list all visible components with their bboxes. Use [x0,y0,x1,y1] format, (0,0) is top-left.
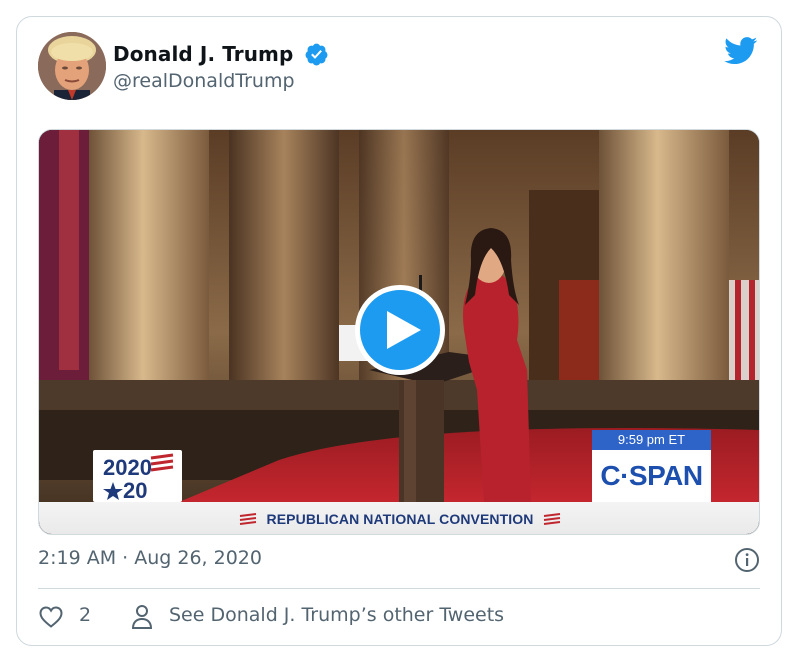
cspan-logo: C·SPAN [592,450,711,502]
tweet-card: Donald J. Trump @realDonaldTrump 2020 20… [16,16,782,646]
author-avatar[interactable] [38,32,106,100]
author-handle[interactable]: @realDonaldTrump [113,70,295,92]
play-icon [386,311,421,349]
like-count: 2 [79,604,92,626]
info-icon[interactable] [734,547,760,573]
divider [38,588,760,589]
rnc-2020-logo: 2020 20 [93,450,182,503]
convention-banner-text: REPUBLICAN NATIONAL CONVENTION [266,511,534,527]
see-other-tweets-link[interactable]: See Donald J. Trump’s other Tweets [169,604,504,626]
author-display-name[interactable]: Donald J. Trump [113,42,293,66]
video-player[interactable]: TRUM PENC 2020 20 9:59 pm ET C·SPAN [38,129,760,535]
broadcast-time-label: 9:59 pm ET [592,430,711,450]
flag-stripes-icon [239,513,256,525]
svg-text:20: 20 [123,478,147,502]
verified-badge-icon [305,43,328,66]
convention-banner: REPUBLICAN NATIONAL CONVENTION [39,502,759,534]
play-button[interactable] [355,285,445,375]
tweet-timestamp[interactable]: 2:19 AM · Aug 26, 2020 [38,547,262,569]
svg-text:2020: 2020 [103,455,152,480]
heart-icon[interactable] [38,605,64,629]
person-icon[interactable] [131,604,153,630]
twitter-bird-icon[interactable] [724,37,758,65]
flag-stripes-icon [544,513,561,525]
